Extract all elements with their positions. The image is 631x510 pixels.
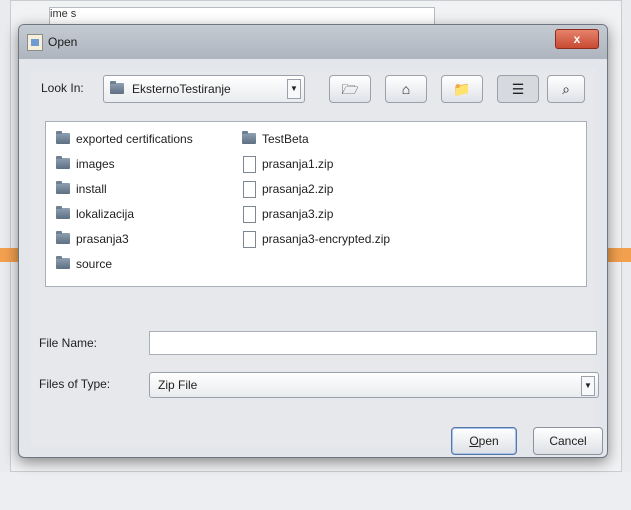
folder-icon xyxy=(56,181,70,194)
new-folder-icon: 📁 xyxy=(453,81,471,97)
list-item[interactable]: exported certifications xyxy=(56,130,193,148)
file-name: source xyxy=(76,257,113,271)
details-view-button[interactable]: ⌕ xyxy=(547,75,585,103)
dialog-titlebar[interactable]: Open x xyxy=(19,25,607,59)
background-bottom-area xyxy=(0,472,631,510)
file-icon xyxy=(243,156,256,173)
files-of-type-select[interactable]: Zip File ▼ xyxy=(149,372,599,398)
home-button[interactable]: ⌂ xyxy=(385,75,427,103)
open-mnemonic: O xyxy=(469,434,479,448)
files-of-type-label: Files of Type: xyxy=(39,377,111,391)
folder-icon xyxy=(110,81,124,94)
list-item[interactable]: images xyxy=(56,155,115,173)
file-name: prasanja3-encrypted.zip xyxy=(262,232,391,246)
close-button[interactable]: x xyxy=(555,29,599,49)
file-name: exported certifications xyxy=(76,132,193,146)
file-name-input[interactable] xyxy=(149,331,597,355)
open-label: pen xyxy=(478,434,499,448)
look-in-value: EksternoTestiranje xyxy=(132,82,231,96)
list-item[interactable]: lokalizacija xyxy=(56,205,134,223)
list-item[interactable]: prasanja3 xyxy=(56,230,129,248)
list-item[interactable]: TestBeta xyxy=(242,130,309,148)
file-name: prasanja2.zip xyxy=(262,182,334,196)
folder-icon xyxy=(56,156,70,169)
file-name: TestBeta xyxy=(262,132,309,146)
up-folder-icon: 🗁 xyxy=(341,81,359,97)
open-button[interactable]: Open xyxy=(451,427,517,455)
file-name: prasanja3 xyxy=(76,232,129,246)
file-name-label: File Name: xyxy=(39,336,98,350)
list-view-button[interactable]: ☰ xyxy=(497,75,539,103)
files-of-type-value: Zip File xyxy=(158,378,198,392)
chevron-down-icon[interactable]: ▼ xyxy=(581,376,595,396)
folder-icon xyxy=(56,231,70,244)
file-list[interactable]: exported certifications images install l… xyxy=(45,121,587,287)
look-in-select[interactable]: EksternoTestiranje ▼ xyxy=(103,75,305,103)
file-icon xyxy=(243,231,256,248)
folder-icon xyxy=(56,256,70,269)
cancel-button[interactable]: Cancel xyxy=(533,427,603,455)
up-folder-button[interactable]: 🗁 xyxy=(329,75,371,103)
list-item[interactable]: source xyxy=(56,255,112,273)
file-name: prasanja1.zip xyxy=(262,157,334,171)
folder-icon xyxy=(242,131,256,144)
list-item[interactable]: install xyxy=(56,180,107,198)
file-icon xyxy=(243,181,256,198)
dialog-content: Look In: EksternoTestiranje ▼ 🗁 ⌂ 📁 ☰ ⌕ … xyxy=(31,69,603,455)
list-view-icon: ☰ xyxy=(511,81,525,97)
open-dialog: Open x Look In: EksternoTestiranje ▼ 🗁 ⌂… xyxy=(18,24,608,458)
folder-icon xyxy=(56,131,70,144)
file-name: prasanja3.zip xyxy=(262,207,334,221)
look-in-label: Look In: xyxy=(41,81,84,95)
file-icon xyxy=(243,206,256,223)
file-name: images xyxy=(76,157,115,171)
details-view-icon: ⌕ xyxy=(562,81,570,97)
list-item[interactable]: prasanja1.zip xyxy=(242,155,333,173)
list-item[interactable]: prasanja2.zip xyxy=(242,180,333,198)
file-name: lokalizacija xyxy=(76,207,135,221)
new-folder-button[interactable]: 📁 xyxy=(441,75,483,103)
java-app-icon xyxy=(27,34,43,51)
home-icon: ⌂ xyxy=(401,81,411,97)
folder-icon xyxy=(56,206,70,219)
file-name: install xyxy=(76,182,107,196)
list-item[interactable]: prasanja3.zip xyxy=(242,205,333,223)
cancel-label: Cancel xyxy=(549,434,587,448)
background-label: ime s xyxy=(50,8,77,20)
chevron-down-icon[interactable]: ▼ xyxy=(287,79,301,99)
list-item[interactable]: prasanja3-encrypted.zip xyxy=(242,230,390,248)
dialog-title: Open xyxy=(48,35,78,49)
